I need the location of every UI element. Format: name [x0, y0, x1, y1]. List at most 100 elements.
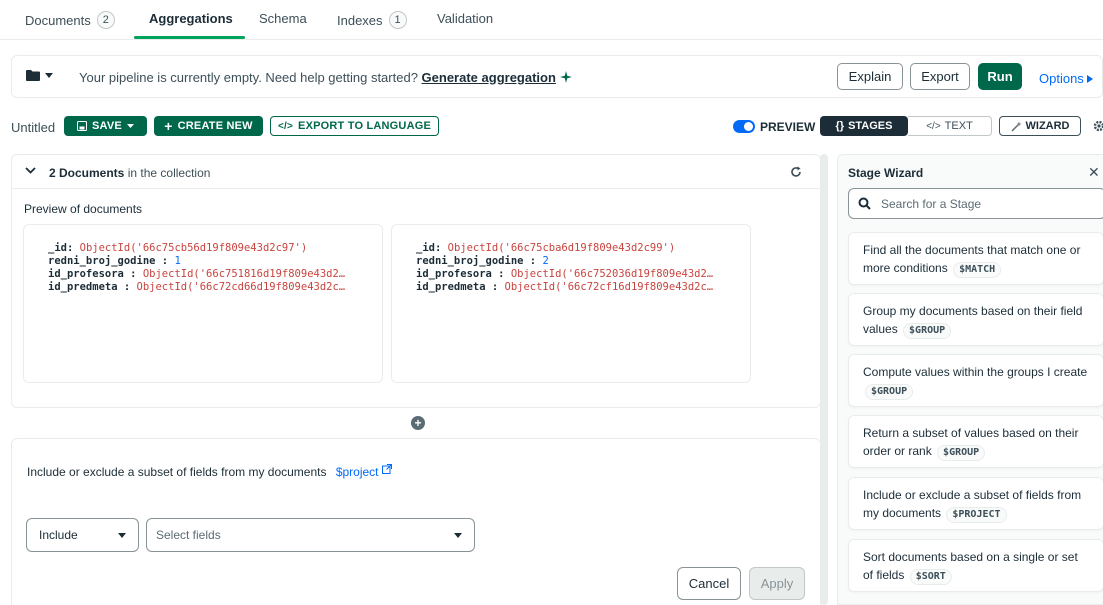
indexes-count-badge: 1 [388, 11, 407, 29]
field-value: ObjectId('66c75cb56d19f809e43d2c97') [79, 242, 308, 254]
wizard-card-sort[interactable]: Sort documents based on a single or set … [848, 539, 1103, 592]
wizard-card-group[interactable]: Group my documents based on their field … [848, 293, 1103, 346]
stage-search-field[interactable] [848, 188, 1103, 219]
documents-count-suffix: in the collection [127, 166, 211, 180]
active-tab-indicator [134, 36, 245, 39]
panel-scrollbar[interactable] [820, 154, 828, 605]
documents-count-title: 2 Documents in the collection [49, 166, 210, 180]
search-icon [858, 197, 871, 210]
stage-search-input[interactable] [881, 196, 1081, 211]
stage-description: Include or exclude a subset of fields fr… [27, 464, 392, 479]
text-label: TEXT [944, 120, 973, 132]
wizard-card-text: Group my documents based on their field … [863, 304, 1083, 336]
caret-down-icon [45, 73, 53, 78]
field-key: _id: [416, 242, 442, 254]
documents-count-label: 2 Documents [49, 166, 125, 180]
generate-aggregation-link[interactable]: Generate aggregation [422, 70, 556, 85]
documents-count-badge: 2 [96, 11, 115, 29]
field-key: redni_broj_godine : [416, 255, 537, 267]
close-icon[interactable]: ✕ [1088, 164, 1100, 181]
save-icon [77, 121, 88, 131]
wizard-card-match[interactable]: Find all the documents that match one or… [848, 232, 1103, 285]
field-key: id_predmeta : [416, 281, 499, 293]
sparkle-icon [559, 71, 572, 83]
export-to-language-button[interactable]: </> EXPORT TO LANGUAGE [270, 116, 439, 136]
field-key: redni_broj_godine : [48, 255, 169, 267]
caret-down-icon [126, 124, 134, 128]
documents-preview-card: 2 Documents in the collection Preview of… [11, 154, 821, 408]
field-key: id_profesora : [416, 268, 505, 280]
field-value: ObjectId('66c752036d19f809e43d2… [510, 268, 714, 280]
wizard-button[interactable]: WIZARD [999, 116, 1081, 136]
wizard-card-text: Compute values within the groups I creat… [863, 365, 1088, 379]
stage-operator-badge: $GROUP [903, 323, 952, 339]
field-value: ObjectId('66c72cf16d19f809e43d2c… [504, 281, 714, 293]
stage-operator-badge: $SORT [909, 569, 952, 585]
export-button[interactable]: Export [910, 63, 970, 90]
stage-operator-badge: $GROUP [865, 384, 914, 400]
tab-label: Aggregations [149, 11, 233, 26]
stage-description-text: Include or exclude a subset of fields fr… [27, 465, 327, 479]
tab-schema[interactable]: Schema [259, 11, 307, 26]
pipeline-empty-message: Your pipeline is currently empty. Need h… [79, 70, 572, 85]
run-button[interactable]: Run [978, 63, 1022, 90]
select-fields-placeholder: Select fields [156, 528, 221, 542]
wizard-card-project[interactable]: Include or exclude a subset of fields fr… [848, 477, 1103, 530]
empty-text: Your pipeline is currently empty. Need h… [79, 70, 418, 85]
wand-icon [1010, 121, 1021, 132]
options-label: Options [1039, 71, 1084, 86]
export-language-label: EXPORT TO LANGUAGE [298, 120, 432, 132]
braces-icon: {} [835, 120, 845, 132]
pipeline-folder-menu[interactable] [26, 70, 53, 81]
stage-operator-badge: $GROUP [937, 445, 986, 461]
external-link-icon [381, 464, 392, 474]
wizard-card-group-rank[interactable]: Return a subset of values based on their… [848, 415, 1103, 468]
stages-view-button[interactable]: {} STAGES [820, 116, 908, 136]
create-new-label: CREATE NEW [177, 120, 253, 132]
project-docs-link[interactable]: $project [335, 464, 392, 479]
project-link-label: $project [335, 465, 379, 479]
cancel-button[interactable]: Cancel [677, 567, 741, 600]
add-stage-button[interactable]: + [411, 416, 425, 430]
options-toggle[interactable]: Options [1039, 71, 1094, 86]
select-fields-dropdown[interactable]: Select fields [146, 518, 475, 552]
field-value: 1 [174, 255, 181, 267]
tab-documents[interactable]: Documents 2 [25, 11, 115, 29]
field-value: ObjectId('66c72cd66d19f809e43d2c… [136, 281, 346, 293]
save-label: SAVE [92, 120, 122, 132]
tab-indexes[interactable]: Indexes 1 [337, 11, 407, 29]
create-new-button[interactable]: + CREATE NEW [154, 116, 263, 136]
collection-tabs: Documents 2 Aggregations Schema Indexes … [0, 0, 1103, 40]
pipeline-toolbar: Untitled SAVE + CREATE NEW </> EXPORT TO… [0, 112, 1103, 140]
caret-down-icon [118, 533, 126, 538]
tab-aggregations[interactable]: Aggregations [149, 11, 233, 26]
preview-toggle[interactable] [733, 120, 755, 133]
chevron-down-icon[interactable] [25, 167, 36, 174]
folder-icon [26, 70, 40, 81]
tab-validation[interactable]: Validation [437, 11, 493, 26]
stage-wizard-title: Stage Wizard [848, 166, 924, 180]
stage-operator-badge: $PROJECT [946, 507, 1007, 523]
include-exclude-select[interactable]: Include [26, 518, 139, 552]
stage-operator-badge: $MATCH [953, 262, 1002, 278]
wizard-card-group-compute[interactable]: Compute values within the groups I creat… [848, 354, 1103, 407]
field-value: ObjectId('66c75cba6d19f809e43d2c99') [447, 242, 676, 254]
tab-label: Documents [25, 12, 91, 28]
field-value: ObjectId('66c751816d19f809e43d2… [142, 268, 346, 280]
stages-label: STAGES [848, 120, 893, 132]
preview-label: PREVIEW [760, 120, 816, 134]
pipeline-bar: Your pipeline is currently empty. Need h… [11, 55, 1103, 98]
preview-of-documents-label: Preview of documents [24, 202, 143, 216]
field-value: 2 [542, 255, 549, 267]
text-view-button[interactable]: </> TEXT [908, 116, 992, 136]
field-key: id_predmeta : [48, 281, 131, 293]
wizard-label: WIZARD [1025, 120, 1070, 132]
save-button[interactable]: SAVE [64, 116, 147, 136]
apply-button[interactable]: Apply [749, 567, 805, 600]
refresh-icon[interactable] [790, 166, 802, 178]
pipeline-name: Untitled [11, 120, 56, 135]
explain-button[interactable]: Explain [837, 63, 903, 90]
gear-icon[interactable] [1093, 120, 1103, 132]
documents-preview-header[interactable]: 2 Documents in the collection [12, 155, 820, 189]
field-key: id_profesora : [48, 268, 137, 280]
